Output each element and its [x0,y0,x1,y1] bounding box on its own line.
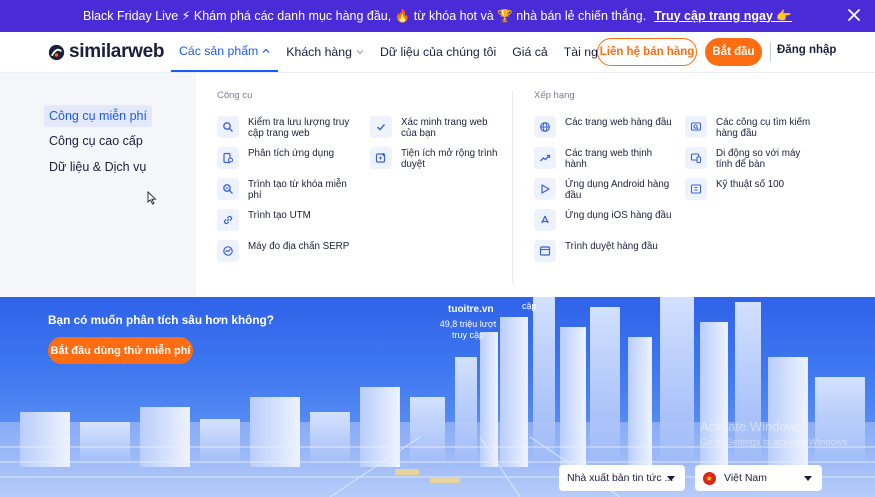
login-button[interactable]: Đăng nhập [777,44,836,56]
country-value: Việt Nam [724,472,767,484]
menu-item-top-websites[interactable]: Các trang web hàng đầu [534,116,674,138]
site-name: tuoitre.vn [448,304,494,315]
keyword-search-icon [217,178,239,200]
publisher-category-value: Nhà xuất bản tin tức ... [567,472,674,484]
menu-item-label: Tiện ích mở rộng trình duyệt [401,148,498,170]
menu-item-top-android-apps[interactable]: Ứng dụng Android hàng đầu [534,178,674,201]
menu-item-browser-extension[interactable]: Tiện ích mở rộng trình duyệt [370,147,500,170]
menu-item-label: Kiểm tra lưu lượng truy cập trang web [248,117,350,139]
nav-customers[interactable]: Khách hàng [278,32,372,72]
windows-watermark-title: Activate Windows [700,419,803,434]
nav-products-label: Các sản phẩm [179,44,259,58]
trending-icon [534,147,556,169]
chevron-down-icon [667,476,675,481]
hero-title: Bạn có muốn phân tích sâu hơn không? [48,313,274,327]
chevron-down-icon [804,476,812,481]
menu-item-label: Xác minh trang web của bạn [401,117,488,139]
globe-icon [534,116,556,138]
extension-icon [370,147,392,169]
site-visits-partial: cập [522,301,537,311]
menu-item-serp-seismometer[interactable]: Máy đo địa chấn SERP [217,240,357,262]
menu-category-premium-tools[interactable]: Công cụ cao cấp [44,130,148,152]
menu-column-divider [512,91,513,283]
menu-item-keyword-generator[interactable]: Trình tạo từ khóa miễn phí [217,178,357,201]
close-icon[interactable] [847,8,861,22]
logo-text: similarweb [69,41,165,62]
publisher-category-select[interactable]: Nhà xuất bản tin tức ... [559,465,685,491]
menu-item-digital-100[interactable]: Kỹ thuật số 100 [685,178,815,200]
nav-customers-label: Khách hàng [286,45,352,59]
menu-item-trending-websites[interactable]: Các trang web thịnh hành [534,147,674,170]
country-select[interactable]: Việt Nam [695,465,822,491]
hero-section: Bạn có muốn phân tích sâu hơn không? Bắt… [0,297,875,497]
header-divider [770,43,771,61]
windows-watermark-subtitle: Go to Settings to activate Windows. [700,437,850,448]
menu-item-label: Trình tạo từ khóa miễn phí [248,179,347,201]
menu-item-top-ios-apps[interactable]: Ứng dụng iOS hàng đầu [534,209,674,231]
get-started-button[interactable]: Bắt đầu [705,38,762,66]
menu-item-label: Phân tích ứng dụng [248,148,335,159]
nav-products[interactable]: Các sản phẩm [171,32,279,72]
gauge-icon [217,240,239,262]
browser-icon [534,240,556,262]
menu-item-label: Các trang web hàng đầu [565,117,672,128]
tools-section-title: Công cụ [217,90,253,101]
vietnam-flag-icon [703,471,716,485]
menu-category-panel: Công cụ miễn phí Công cụ cao cấp Dữ liệu… [0,73,196,298]
devices-icon [685,147,707,169]
check-icon [370,116,392,138]
menu-category-data-services[interactable]: Dữ liệu & Dịch vụ [44,156,151,178]
menu-item-app-analysis[interactable]: Phân tích ứng dụng [217,147,357,169]
banner-link[interactable]: Truy cập trang ngay 👉 [654,9,792,24]
logo[interactable]: similarweb [48,40,165,64]
contact-sales-button[interactable]: Liên hệ bán hàng [597,38,697,66]
menu-item-traffic-checker[interactable]: Kiểm tra lưu lượng truy cập trang web [217,116,357,139]
menu-category-free-tools[interactable]: Công cụ miễn phí [44,105,152,127]
search-window-icon [685,116,707,138]
search-icon [217,116,239,138]
menu-item-label: Di động so với máy tính để bàn [716,148,801,170]
app-analysis-icon [217,147,239,169]
ranking-section-title: Xếp hạng [534,90,575,101]
free-trial-button[interactable]: Bắt đầu dùng thử miễn phí [48,337,193,364]
similarweb-logo-icon [48,44,65,60]
menu-item-label: Kỹ thuật số 100 [716,179,785,190]
mouse-cursor-icon [147,191,157,205]
link-icon [217,209,239,231]
app-store-icon [534,209,556,231]
play-store-icon [534,178,556,200]
nav-our-data-label: Dữ liệu của chúng tôi [379,45,497,59]
menu-item-mobile-vs-desktop[interactable]: Di động so với máy tính để bàn [685,147,815,170]
main-header: similarweb Các sản phẩm Khách hàng Dữ li… [0,32,875,72]
menu-item-label: Các công cụ tìm kiếm hàng đầu [716,117,811,139]
menu-item-label: Trình duyệt hàng đầu [565,241,658,252]
menu-item-label: Trình tạo UTM [248,210,311,221]
menu-item-utm-builder[interactable]: Trình tạo UTM [217,209,357,231]
nav-pricing[interactable]: Giá cả [504,32,556,72]
nav-our-data[interactable]: Dữ liệu của chúng tôi [372,32,504,72]
menu-item-top-browsers[interactable]: Trình duyệt hàng đầu [534,240,674,262]
site-visits: 49,8 triệu lượt truy cập [439,319,497,340]
menu-item-top-search-engines[interactable]: Các công cụ tìm kiếm hàng đầu [685,116,815,139]
menu-item-verify-website[interactable]: Xác minh trang web của bạn [370,116,500,139]
chevron-down-icon [356,50,364,55]
promo-banner: Black Friday Live ⚡ Khám phá các danh mụ… [0,0,875,32]
main-nav: Các sản phẩm Khách hàng Dữ liệu của chún… [171,32,645,72]
menu-item-label: Các trang web thịnh hành [565,148,653,170]
nav-pricing-label: Giá cả [512,45,548,59]
menu-item-label: Máy đo địa chấn SERP [248,241,350,252]
menu-item-label: Ứng dụng iOS hàng đầu [565,210,672,221]
grid-icon [685,178,707,200]
banner-text: Black Friday Live ⚡ Khám phá các danh mụ… [82,9,647,23]
products-mega-menu: Công cụ miễn phí Công cụ cao cấp Dữ liệu… [0,72,875,298]
chevron-up-icon [262,48,270,53]
menu-item-label: Ứng dụng Android hàng đầu [565,179,670,201]
